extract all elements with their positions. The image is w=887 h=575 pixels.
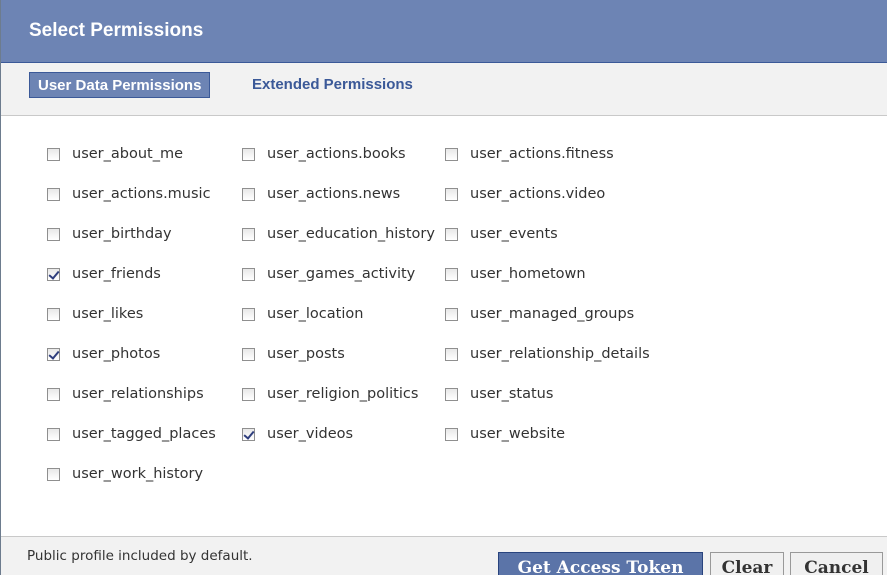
permission-label[interactable]: user_managed_groups [470, 306, 634, 322]
checkbox[interactable] [47, 147, 60, 161]
checkbox[interactable] [47, 467, 60, 481]
permission-label[interactable]: user_website [470, 426, 565, 442]
permission-item[interactable]: user_managed_groups [445, 304, 634, 324]
clear-button[interactable]: Clear [710, 552, 784, 575]
permission-item[interactable]: user_website [445, 424, 565, 444]
permission-item[interactable]: user_about_me [47, 144, 183, 164]
permission-item[interactable]: user_events [445, 224, 558, 244]
permission-label[interactable]: user_games_activity [267, 266, 415, 282]
checkbox-checked[interactable] [47, 267, 60, 281]
permission-label[interactable]: user_religion_politics [267, 386, 418, 402]
permission-item[interactable]: user_education_history [242, 224, 435, 244]
checkbox[interactable] [445, 187, 458, 201]
permission-label[interactable]: user_actions.books [267, 146, 406, 162]
permission-item[interactable]: user_actions.books [242, 144, 406, 164]
checkbox[interactable] [242, 227, 255, 241]
permission-item[interactable]: user_photos [47, 344, 160, 364]
checkbox[interactable] [242, 347, 255, 361]
checkbox[interactable] [47, 187, 60, 201]
permission-label[interactable]: user_actions.news [267, 186, 400, 202]
permission-label[interactable]: user_actions.fitness [470, 146, 614, 162]
checkbox[interactable] [242, 387, 255, 401]
checkbox[interactable] [47, 307, 60, 321]
permission-item[interactable]: user_hometown [445, 264, 586, 284]
checkbox[interactable] [47, 427, 60, 441]
permission-item[interactable]: user_tagged_places [47, 424, 216, 444]
cancel-button[interactable]: Cancel [790, 552, 883, 575]
permission-label[interactable]: user_actions.music [72, 186, 211, 202]
checkbox[interactable] [445, 307, 458, 321]
tab-user-data-permissions[interactable]: User Data Permissions [29, 72, 211, 98]
checkbox[interactable] [47, 227, 60, 241]
permission-label[interactable]: user_work_history [72, 466, 203, 482]
permission-label[interactable]: user_likes [72, 306, 143, 322]
permission-item[interactable]: user_actions.music [47, 184, 211, 204]
permission-label[interactable]: user_status [470, 386, 553, 402]
permission-label[interactable]: user_about_me [72, 146, 183, 162]
permission-item[interactable]: user_relationship_details [445, 344, 650, 364]
permission-label[interactable]: user_events [470, 226, 558, 242]
dialog-titlebar: Select Permissions [1, 0, 887, 63]
permission-label[interactable]: user_photos [72, 346, 160, 362]
permission-item[interactable]: user_actions.news [242, 184, 400, 204]
checkbox[interactable] [242, 187, 255, 201]
permission-item[interactable]: user_friends [47, 264, 161, 284]
permission-label[interactable]: user_relationships [72, 386, 204, 402]
permission-label[interactable]: user_tagged_places [72, 426, 216, 442]
dialog-title: Select Permissions [29, 20, 204, 41]
tab-extended-permissions[interactable]: Extended Permissions [252, 72, 413, 98]
get-access-token-button[interactable]: Get Access Token [498, 552, 703, 575]
checkbox[interactable] [445, 387, 458, 401]
permission-label[interactable]: user_relationship_details [470, 346, 650, 362]
permission-label[interactable]: user_actions.video [470, 186, 605, 202]
permission-label[interactable]: user_hometown [470, 266, 586, 282]
checkbox-checked[interactable] [242, 427, 255, 441]
checkbox[interactable] [242, 147, 255, 161]
permission-label[interactable]: user_friends [72, 266, 161, 282]
permission-label[interactable]: user_education_history [267, 226, 435, 242]
permission-item[interactable]: user_likes [47, 304, 143, 324]
checkbox[interactable] [445, 227, 458, 241]
checkbox[interactable] [445, 427, 458, 441]
permission-item[interactable]: user_religion_politics [242, 384, 418, 404]
checkbox[interactable] [242, 267, 255, 281]
checkbox[interactable] [445, 347, 458, 361]
permission-item[interactable]: user_relationships [47, 384, 204, 404]
checkbox[interactable] [445, 267, 458, 281]
permission-item[interactable]: user_location [242, 304, 363, 324]
permission-item[interactable]: user_work_history [47, 464, 203, 484]
permission-item[interactable]: user_videos [242, 424, 353, 444]
permission-item[interactable]: user_actions.fitness [445, 144, 614, 164]
permission-label[interactable]: user_posts [267, 346, 345, 362]
permissions-dialog: Select Permissions User Data Permissions… [0, 0, 887, 575]
tab-bar: User Data Permissions Extended Permissio… [1, 63, 887, 116]
permission-label[interactable]: user_location [267, 306, 363, 322]
checkbox-checked[interactable] [47, 347, 60, 361]
permission-item[interactable]: user_status [445, 384, 553, 404]
permission-label[interactable]: user_videos [267, 426, 353, 442]
checkbox[interactable] [47, 387, 60, 401]
permission-item[interactable]: user_birthday [47, 224, 172, 244]
checkbox[interactable] [445, 147, 458, 161]
permission-label[interactable]: user_birthday [72, 226, 172, 242]
checkbox[interactable] [242, 307, 255, 321]
permission-item[interactable]: user_actions.video [445, 184, 605, 204]
permission-item[interactable]: user_games_activity [242, 264, 415, 284]
permission-item[interactable]: user_posts [242, 344, 345, 364]
public-profile-note: Public profile included by default. [27, 548, 253, 564]
